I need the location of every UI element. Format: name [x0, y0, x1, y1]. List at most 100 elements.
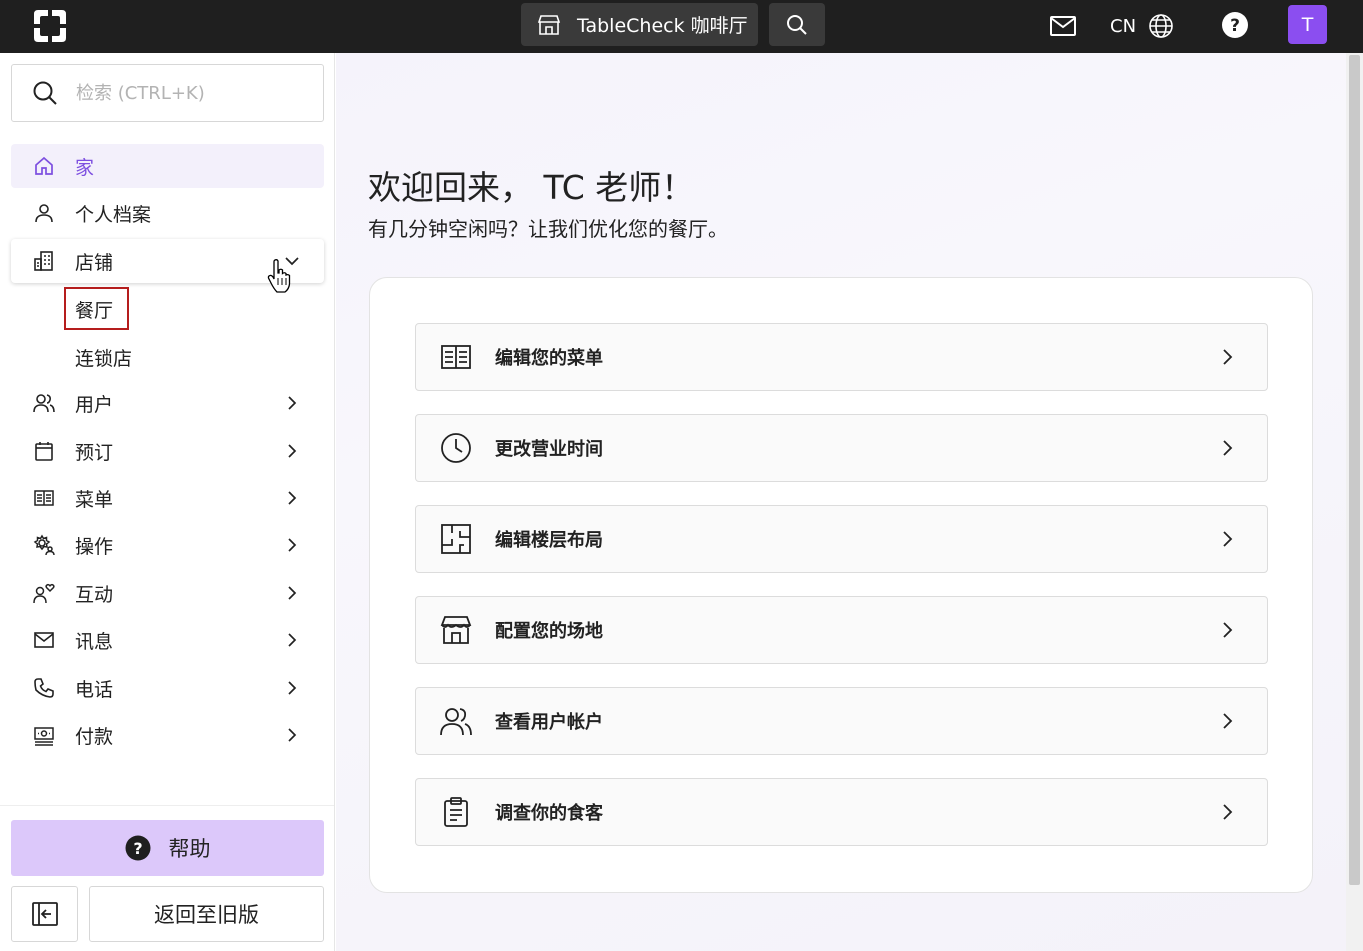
action-view-user-accounts[interactable]: 查看用户帐户	[415, 687, 1268, 755]
chevron-right-icon	[1223, 349, 1233, 365]
globe-icon	[1149, 14, 1173, 38]
sidebar-item-profile[interactable]: 个人档案	[11, 191, 324, 235]
sidebar-item-label: 操作	[75, 535, 114, 558]
sidebar-item-payments[interactable]: 付款	[11, 713, 324, 757]
building-icon	[34, 251, 53, 271]
cash-icon	[34, 727, 54, 746]
action-survey-diners[interactable]: 调查你的食客	[415, 778, 1268, 846]
sidebar-item-label: 电话	[75, 678, 114, 701]
language-selector[interactable]: CN	[1110, 8, 1174, 44]
mail-icon	[34, 632, 54, 648]
sidebar-subitem-label: 连锁店	[75, 347, 133, 370]
sidebar-item-operations[interactable]: 操作	[11, 523, 324, 567]
main-content: 欢迎回来， TC 老师！ 有几分钟空闲吗？让我们优化您的餐厅。 编辑您的菜单 更…	[336, 53, 1346, 951]
sidebar-item-engagement[interactable]: 互动	[11, 571, 324, 615]
clock-icon	[441, 433, 471, 463]
tablecheck-logo-icon[interactable]	[30, 6, 70, 46]
sidebar-subitem-chain[interactable]: 连锁店	[75, 339, 132, 375]
svg-text:?: ?	[133, 839, 142, 858]
messages-button[interactable]	[1046, 10, 1080, 42]
legacy-version-button[interactable]: 返回至旧版	[89, 886, 324, 942]
mail-icon	[1050, 16, 1076, 36]
svg-text:?: ?	[1230, 16, 1240, 36]
sidebar-search-input[interactable]	[76, 82, 296, 104]
sidebar-item-phone[interactable]: 电话	[11, 666, 324, 710]
sidebar-subitem-label: 餐厅	[75, 299, 114, 322]
collapse-sidebar-button[interactable]	[11, 886, 78, 942]
users-icon	[440, 708, 472, 736]
help-icon[interactable]: ?	[1221, 11, 1249, 39]
storefront-icon	[537, 14, 561, 35]
chevron-right-icon	[1223, 622, 1233, 638]
action-configure-venue[interactable]: 配置您的场地	[415, 596, 1268, 664]
venue-name: TableCheck 咖啡厅	[577, 15, 748, 37]
sidebar-item-label: 家	[75, 156, 95, 179]
users-icon	[33, 394, 55, 413]
home-icon	[35, 156, 53, 175]
help-button-label: 帮助	[168, 837, 211, 861]
chevron-right-icon	[288, 633, 297, 647]
action-label: 编辑楼层布局	[495, 530, 603, 551]
avatar-initial: T	[1301, 13, 1314, 36]
action-label: 调查你的食客	[495, 803, 603, 824]
sidebar: 家 个人档案 店铺 餐厅 连锁店 用户 预订 菜单 操作 互动	[0, 53, 335, 951]
calendar-icon	[35, 442, 53, 461]
action-change-hours[interactable]: 更改营业时间	[415, 414, 1268, 482]
sidebar-item-messages[interactable]: 讯息	[11, 618, 324, 662]
chevron-right-icon	[1223, 804, 1233, 820]
chevron-right-icon	[288, 396, 297, 410]
sidebar-item-reservations[interactable]: 预订	[11, 429, 324, 473]
hand-pointer-cursor-icon	[267, 259, 291, 293]
sidebar-item-label: 个人档案	[75, 203, 152, 226]
legacy-button-label: 返回至旧版	[154, 903, 259, 927]
storefront-icon	[440, 616, 472, 644]
chevron-right-icon	[1223, 713, 1233, 729]
action-edit-floor-layout[interactable]: 编辑楼层布局	[415, 505, 1268, 573]
help-icon: ?	[125, 835, 150, 861]
chevron-right-icon	[288, 681, 297, 695]
chevron-right-icon	[288, 586, 297, 600]
menu-book-icon	[34, 490, 54, 506]
menu-book-icon	[441, 345, 471, 369]
action-label: 配置您的场地	[495, 621, 603, 642]
top-bar: TableCheck 咖啡厅 CN ? T	[0, 0, 1363, 53]
person-icon	[35, 204, 53, 223]
sidebar-item-label: 讯息	[75, 630, 114, 653]
sidebar-item-label: 互动	[75, 583, 114, 606]
action-label: 更改营业时间	[495, 439, 603, 460]
user-avatar[interactable]: T	[1288, 5, 1327, 44]
chevron-right-icon	[288, 538, 297, 552]
search-icon	[33, 81, 57, 105]
collapse-left-icon	[31, 902, 58, 926]
sidebar-item-label: 付款	[75, 725, 114, 748]
chevron-right-icon	[288, 491, 297, 505]
action-label: 查看用户帐户	[495, 712, 603, 733]
chevron-right-icon	[1223, 531, 1233, 547]
search-icon	[787, 14, 807, 35]
sidebar-item-label: 菜单	[75, 488, 114, 511]
sidebar-item-home[interactable]: 家	[11, 144, 324, 188]
help-button[interactable]: ? 帮助	[11, 820, 324, 876]
global-search-button[interactable]	[769, 3, 825, 46]
page-subtitle: 有几分钟空闲吗？让我们优化您的餐厅。	[368, 217, 728, 241]
sidebar-item-label: 用户	[75, 393, 114, 416]
sidebar-search[interactable]	[11, 64, 324, 122]
phone-icon	[34, 678, 54, 698]
page-title: 欢迎回来， TC 老师！	[368, 168, 695, 207]
sidebar-footer: ? 帮助 返回至旧版	[0, 805, 334, 951]
sidebar-item-menu[interactable]: 菜单	[11, 476, 324, 520]
floor-plan-icon	[441, 524, 471, 554]
person-heart-icon	[33, 583, 55, 604]
gear-person-icon	[33, 534, 55, 556]
clipboard-icon	[444, 797, 468, 827]
sidebar-subitem-restaurant[interactable]: 餐厅	[75, 291, 113, 327]
sidebar-item-label: 店铺	[75, 251, 114, 274]
chevron-right-icon	[288, 728, 297, 742]
sidebar-item-label: 预订	[75, 441, 114, 464]
sidebar-item-users[interactable]: 用户	[11, 381, 324, 425]
page-scrollbar[interactable]	[1346, 53, 1363, 951]
venue-switcher-button[interactable]: TableCheck 咖啡厅	[521, 3, 758, 46]
scrollbar-thumb[interactable]	[1349, 55, 1360, 885]
language-code: CN	[1110, 15, 1137, 37]
action-edit-menu[interactable]: 编辑您的菜单	[415, 323, 1268, 391]
